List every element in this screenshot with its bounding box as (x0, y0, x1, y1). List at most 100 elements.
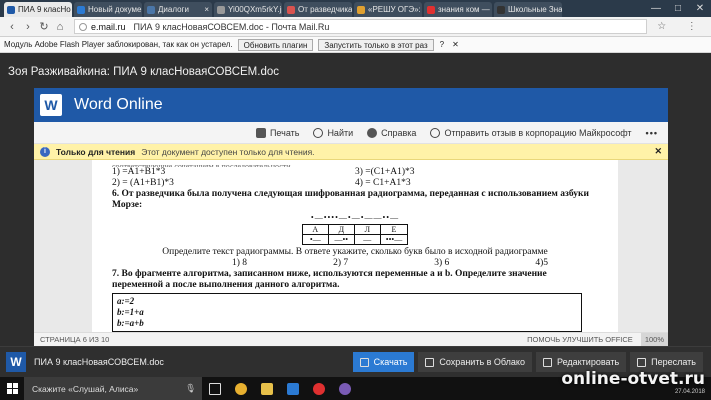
option: 1) =A1+B1*3 (112, 167, 166, 177)
question-7: 7. Во фрагменте алгоритма, записанном ни… (112, 269, 547, 290)
flash-warning-text: Модуль Adobe Flash Player заблокирован, … (4, 40, 233, 49)
cloud-icon (425, 357, 435, 367)
feedback-label: Отправить отзыв в корпорацию Майкрософт (444, 127, 632, 138)
read-only-banner: i Только для чтения Этот документ доступ… (34, 144, 668, 160)
close-flash-bar-icon[interactable]: ✕ (452, 40, 459, 49)
option: 2) = (A1+B1)*3 (112, 178, 174, 188)
word-online-frame: W Word Online Печать Найти Справка Отпра… (34, 88, 668, 347)
browser-tab[interactable]: Yi00QXm5rkY.jp× (214, 2, 282, 17)
url-page-title: ПИА 9 класНоваяСОВСЕМ.doc - Почта Mail.R… (133, 21, 330, 32)
maximize-icon[interactable]: □ (667, 3, 689, 14)
find-button[interactable]: Найти (313, 127, 353, 138)
forward-icon[interactable]: › (20, 21, 36, 33)
tab-favicon-icon (7, 5, 15, 14)
tab-label: От разведчика б (298, 5, 352, 14)
answer-choices: 1) 8 2) 7 3) 6 4)5 (112, 258, 598, 269)
taskbar-search[interactable]: Скажите «Слушай, Алиса» 🎙 (24, 377, 202, 400)
help-icon[interactable]: ? (440, 40, 444, 49)
windows-logo-icon (6, 383, 18, 394)
back-icon[interactable]: ‹ (4, 21, 20, 33)
document-owner-title: Зоя Разживайкина: ПИА 9 класНоваяСОВСЕМ.… (8, 66, 279, 78)
app-icon[interactable] (332, 377, 358, 400)
tab-favicon-icon (357, 5, 365, 14)
run-once-button[interactable]: Запустить только в этот раз (318, 38, 434, 51)
morse-letter: Л (353, 224, 381, 235)
url-domain: e.mail.ru (91, 21, 126, 32)
browser-tab[interactable]: знания ком — Я× (424, 2, 492, 17)
download-icon (359, 357, 369, 367)
morse-letter: А (301, 224, 329, 235)
start-button[interactable] (0, 377, 24, 400)
edit-label: Редактировать (556, 357, 620, 367)
tab-favicon-icon (497, 5, 505, 14)
microphone-icon[interactable]: 🎙 (185, 383, 196, 394)
algorithm-line: b:=a+b (117, 318, 144, 328)
tab-label: Новый докумен (88, 5, 142, 14)
tab-label: «РЕШУ ОГЭ»: ин (368, 5, 422, 14)
read-only-message: Этот документ доступен только для чтения… (141, 146, 315, 157)
store-icon[interactable] (280, 377, 306, 400)
tab-favicon-icon (147, 5, 155, 14)
browser-tab[interactable]: «РЕШУ ОГЭ»: ин× (354, 2, 422, 17)
tab-label: ПИА 9 класНо (18, 5, 71, 14)
tab-label: Yi00QXm5rkY.jp (228, 5, 282, 14)
document-canvas[interactable]: соответствующие сочетаниям в последовате… (34, 160, 668, 332)
minimize-icon[interactable]: — (645, 3, 667, 14)
reload-icon[interactable]: ↻ (36, 20, 52, 33)
more-options-icon[interactable]: ••• (646, 128, 658, 138)
search-placeholder: Скажите «Слушай, Алиса» (32, 383, 139, 394)
word-online-toolbar: Печать Найти Справка Отправить отзыв в к… (34, 122, 668, 144)
browser-tab[interactable]: От разведчика б× (284, 2, 352, 17)
word-file-icon: W (6, 352, 26, 372)
tab-close-icon[interactable]: × (71, 5, 72, 14)
tab-favicon-icon (77, 5, 85, 14)
improve-office-link[interactable]: ПОМОЧЬ УЛУЧШИТЬ OFFICE (527, 335, 633, 344)
tab-favicon-icon (217, 5, 225, 14)
word-online-header: W Word Online (34, 88, 668, 122)
morse-letter: Д (327, 224, 355, 235)
printer-icon (255, 127, 266, 138)
help-label: Справка (381, 127, 417, 138)
yandex-icon[interactable] (306, 377, 332, 400)
task-view-icon[interactable] (202, 377, 228, 400)
close-window-icon[interactable]: ✕ (689, 3, 711, 14)
tab-close-icon[interactable]: × (202, 5, 209, 14)
yandex-browser-icon[interactable] (228, 377, 254, 400)
explorer-folder-icon[interactable] (254, 377, 280, 400)
question-6-prompt: Определите текст радиограммы. В ответе у… (162, 247, 548, 257)
home-icon[interactable]: ⌂ (52, 21, 68, 33)
info-icon: i (40, 146, 50, 157)
smiley-icon (430, 127, 441, 138)
browser-tab[interactable]: ПИА 9 класНо× (4, 2, 72, 17)
address-bar-actions: ☆ ⋮ (647, 21, 707, 32)
site-info-icon[interactable] (79, 22, 87, 31)
update-plugin-button[interactable]: Обновить плагин (237, 38, 314, 51)
answer-choice: 3) 6 (434, 258, 450, 268)
print-button[interactable]: Печать (255, 127, 299, 138)
answer-choice: 2) 7 (333, 258, 349, 268)
answer-choice: 4)5 (535, 258, 548, 268)
document-page: соответствующие сочетаниям в последовате… (92, 160, 618, 332)
close-banner-icon[interactable]: ✕ (654, 146, 662, 157)
help-button[interactable]: Справка (367, 127, 417, 138)
browser-tab[interactable]: Новый докумен × (74, 2, 142, 17)
address-bar: ‹ › ↻ ⌂ e.mail.ru ПИА 9 класНоваяСОВСЕМ.… (0, 17, 711, 37)
morse-message: •—••••—•—•——••— (310, 213, 400, 222)
url-field[interactable]: e.mail.ru ПИА 9 класНоваяСОВСЕМ.doc - По… (74, 19, 647, 34)
status-bar: СТРАНИЦА 6 ИЗ 10 ПОМОЧЬ УЛУЧШИТЬ OFFICE … (34, 332, 668, 347)
feedback-button[interactable]: Отправить отзыв в корпорацию Майкрософт (430, 127, 632, 138)
browser-tab[interactable]: Школьные Знан× (494, 2, 562, 17)
browser-tab[interactable]: Диалоги × (144, 2, 212, 17)
morse-code: •••— (379, 234, 409, 245)
window-controls: — □ ✕ (645, 0, 711, 17)
extensions-icon[interactable]: ⋮ (687, 21, 697, 32)
save-to-cloud-button[interactable]: Сохранить в Облако (418, 352, 532, 372)
zoom-level[interactable]: 100% (640, 332, 668, 347)
answer-choice: 1) 8 (232, 258, 248, 268)
download-button[interactable]: Скачать (352, 352, 415, 372)
search-icon (313, 127, 324, 138)
algorithm-line: b:=1+a (117, 307, 144, 317)
forward-arrow-icon (637, 357, 647, 367)
bookmark-icon[interactable]: ☆ (657, 21, 666, 32)
formula-options: 1) =A1+B1*3 3) =(C1+A1)*3 2) = (A1+B1)*3… (112, 167, 598, 189)
